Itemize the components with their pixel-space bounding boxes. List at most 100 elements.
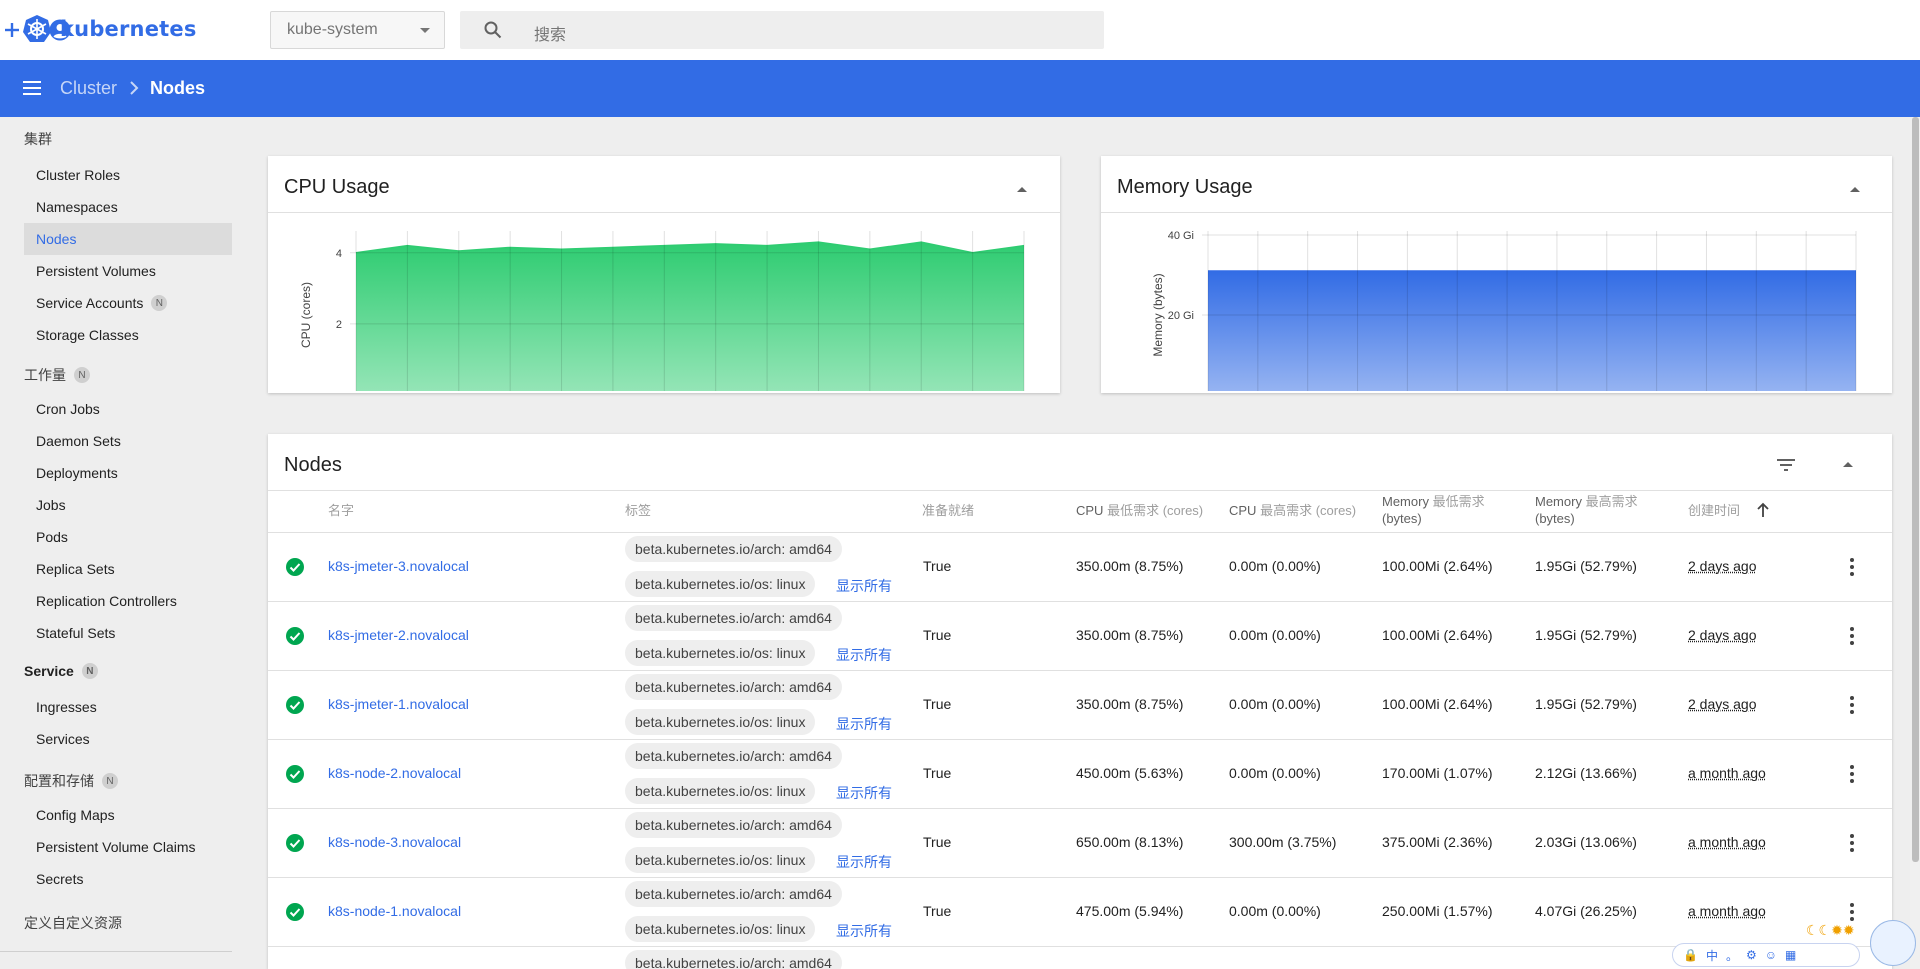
add-icon[interactable]	[0, 18, 24, 42]
sidebar-item-cron-jobs[interactable]: Cron Jobs	[24, 393, 232, 425]
sidebar-section-cluster[interactable]: 集群	[24, 129, 52, 149]
sidebar-item-secrets[interactable]: Secrets	[24, 863, 232, 895]
search-input[interactable]: 搜索	[460, 11, 1104, 49]
sidebar-item-jobs[interactable]: Jobs	[24, 489, 232, 521]
node-name-link[interactable]: k8s-jmeter-1.novalocal	[328, 696, 469, 712]
column-header-mem-max: Memory 最高需求 (bytes)	[1535, 494, 1638, 526]
node-cpu-min: 350.00m (8.75%)	[1076, 558, 1184, 574]
node-created-age: a month ago	[1688, 903, 1766, 919]
node-ready: True	[923, 558, 952, 574]
more-vert-icon[interactable]	[1848, 695, 1856, 718]
sidebar-divider	[0, 951, 232, 952]
node-mem-min: 100.00Mi (2.64%)	[1382, 627, 1493, 643]
sidebar-item-persistent-volumes[interactable]: Persistent Volumes	[24, 255, 232, 287]
sidebar-item-services[interactable]: Services	[24, 723, 232, 755]
more-vert-icon[interactable]	[1848, 764, 1856, 787]
node-mem-max: 1.95Gi (52.79%)	[1535, 627, 1637, 643]
table-row: k8s-node-3.novalocal beta.kubernetes.io/a…	[268, 808, 1892, 877]
search-icon	[484, 21, 502, 39]
table-row: k8s-jmeter-1.novalocal beta.kubernetes.io…	[268, 670, 1892, 739]
node-name-link[interactable]: k8s-node-1.novalocal	[328, 903, 461, 919]
show-all-labels-link[interactable]: 显示所有	[836, 645, 892, 665]
node-ready: True	[923, 903, 952, 919]
filter-icon[interactable]	[1774, 453, 1798, 477]
column-header-name[interactable]: 名字	[328, 502, 354, 519]
show-all-labels-link[interactable]: 显示所有	[836, 921, 892, 941]
show-all-labels-link[interactable]: 显示所有	[836, 576, 892, 596]
scrollbar-thumb[interactable]	[1912, 117, 1919, 862]
collapse-icon[interactable]	[1010, 178, 1034, 202]
sidebar-item-replication-controllers[interactable]: Replication Controllers	[24, 585, 232, 617]
node-mem-max: 4.07Gi (26.25%)	[1535, 903, 1637, 919]
search-placeholder: 搜索	[534, 27, 567, 44]
kubernetes-wheel-icon	[23, 15, 51, 42]
chevron-right-icon	[130, 81, 139, 95]
table-row: k8s-node-1.novalocal beta.kubernetes.io/a…	[268, 877, 1892, 946]
sidebar-item-pvc[interactable]: Persistent Volume Claims	[24, 831, 232, 863]
ime-toolbar[interactable]: 🔒 中 。 ⚙ ☺ ▦	[1672, 943, 1860, 967]
nodes-card-title: Nodes	[284, 454, 342, 476]
breadcrumb-cluster[interactable]: Cluster	[60, 78, 117, 99]
collapse-icon[interactable]	[1836, 453, 1860, 477]
sidebar-section-crd[interactable]: 定义自定义资源	[24, 913, 122, 933]
ime-punctuation[interactable]: 。	[1726, 947, 1738, 964]
node-cpu-max: 0.00m (0.00%)	[1229, 627, 1321, 643]
sidebar: 集群 Cluster Roles Namespaces Nodes Persis…	[0, 117, 240, 969]
label-chip-arch: beta.kubernetes.io/arch: amd64	[625, 950, 842, 969]
sidebar-item-pods[interactable]: Pods	[24, 521, 232, 553]
node-cpu-max: 0.00m (0.00%)	[1229, 696, 1321, 712]
sidebar-item-stateful-sets[interactable]: Stateful Sets	[24, 617, 232, 649]
table-row: k8s-jmeter-2.novalocal beta.kubernetes.io…	[268, 601, 1892, 670]
label-chip-os: beta.kubernetes.io/os: linux	[625, 709, 816, 735]
ime-avatar[interactable]	[1870, 920, 1916, 966]
grid-icon[interactable]: ▦	[1785, 948, 1796, 962]
sidebar-item-namespaces[interactable]: Namespaces	[24, 191, 232, 223]
y-tick-label: 0	[336, 390, 342, 391]
namespace-select[interactable]: kube-system	[270, 11, 445, 49]
top-toolbar: kubernetes kube-system 搜索	[0, 0, 1920, 60]
sidebar-section-config-storage[interactable]: 配置和存储 N	[24, 771, 118, 791]
more-vert-icon[interactable]	[1848, 626, 1856, 649]
logo-text: kubernetes	[60, 17, 197, 41]
series-area	[356, 242, 1024, 391]
show-all-labels-link[interactable]: 显示所有	[836, 852, 892, 872]
table-row-partial: beta.kubernetes.io/arch: amd64	[268, 946, 1892, 969]
smile-icon[interactable]: ☺	[1765, 948, 1777, 962]
collapse-icon[interactable]	[1843, 178, 1867, 202]
show-all-labels-link[interactable]: 显示所有	[836, 783, 892, 803]
label-chip-arch: beta.kubernetes.io/arch: amd64	[625, 812, 842, 838]
node-name-link[interactable]: k8s-jmeter-3.novalocal	[328, 558, 469, 574]
sidebar-section-workloads[interactable]: 工作量 N	[24, 365, 90, 385]
sidebar-item-config-maps[interactable]: Config Maps	[24, 799, 232, 831]
chevron-down-icon	[420, 28, 430, 33]
sidebar-item-daemon-sets[interactable]: Daemon Sets	[24, 425, 232, 457]
more-vert-icon[interactable]	[1848, 557, 1856, 580]
show-all-labels-link[interactable]: 显示所有	[836, 714, 892, 734]
sidebar-item-service-accounts[interactable]: Service Accounts N	[24, 287, 232, 319]
node-name-link[interactable]: k8s-node-3.novalocal	[328, 834, 461, 850]
check-circle-icon	[286, 834, 304, 852]
memory-usage-card: Memory Usage 0 Gi20 Gi40 Gi09:3009:3109:…	[1101, 156, 1892, 393]
more-vert-icon[interactable]	[1848, 833, 1856, 856]
sidebar-item-storage-classes[interactable]: Storage Classes	[24, 319, 232, 351]
lock-icon[interactable]: 🔒	[1683, 948, 1698, 962]
sidebar-section-service[interactable]: Service N	[24, 663, 98, 679]
sidebar-item-ingresses[interactable]: Ingresses	[24, 691, 232, 723]
node-mem-max: 2.12Gi (13.66%)	[1535, 765, 1637, 781]
label-chip-os: beta.kubernetes.io/os: linux	[625, 778, 816, 804]
node-cpu-min: 350.00m (8.75%)	[1076, 696, 1184, 712]
node-name-link[interactable]: k8s-node-2.novalocal	[328, 765, 461, 781]
sidebar-item-deployments[interactable]: Deployments	[24, 457, 232, 489]
kubernetes-logo[interactable]: kubernetes	[22, 14, 197, 44]
sidebar-item-nodes[interactable]: Nodes	[24, 223, 232, 255]
column-header-created[interactable]: 创建时间	[1688, 502, 1740, 519]
ime-language-toggle[interactable]: 中	[1706, 947, 1718, 964]
node-mem-min: 100.00Mi (2.64%)	[1382, 696, 1493, 712]
namespaced-badge: N	[81, 663, 98, 679]
ime-settings-icon[interactable]: ⚙	[1746, 948, 1757, 962]
node-name-link[interactable]: k8s-jmeter-2.novalocal	[328, 627, 469, 643]
sidebar-item-cluster-roles[interactable]: Cluster Roles	[24, 159, 232, 191]
menu-icon[interactable]	[23, 80, 43, 96]
arrow-up-icon[interactable]	[1756, 502, 1770, 518]
sidebar-item-replica-sets[interactable]: Replica Sets	[24, 553, 232, 585]
